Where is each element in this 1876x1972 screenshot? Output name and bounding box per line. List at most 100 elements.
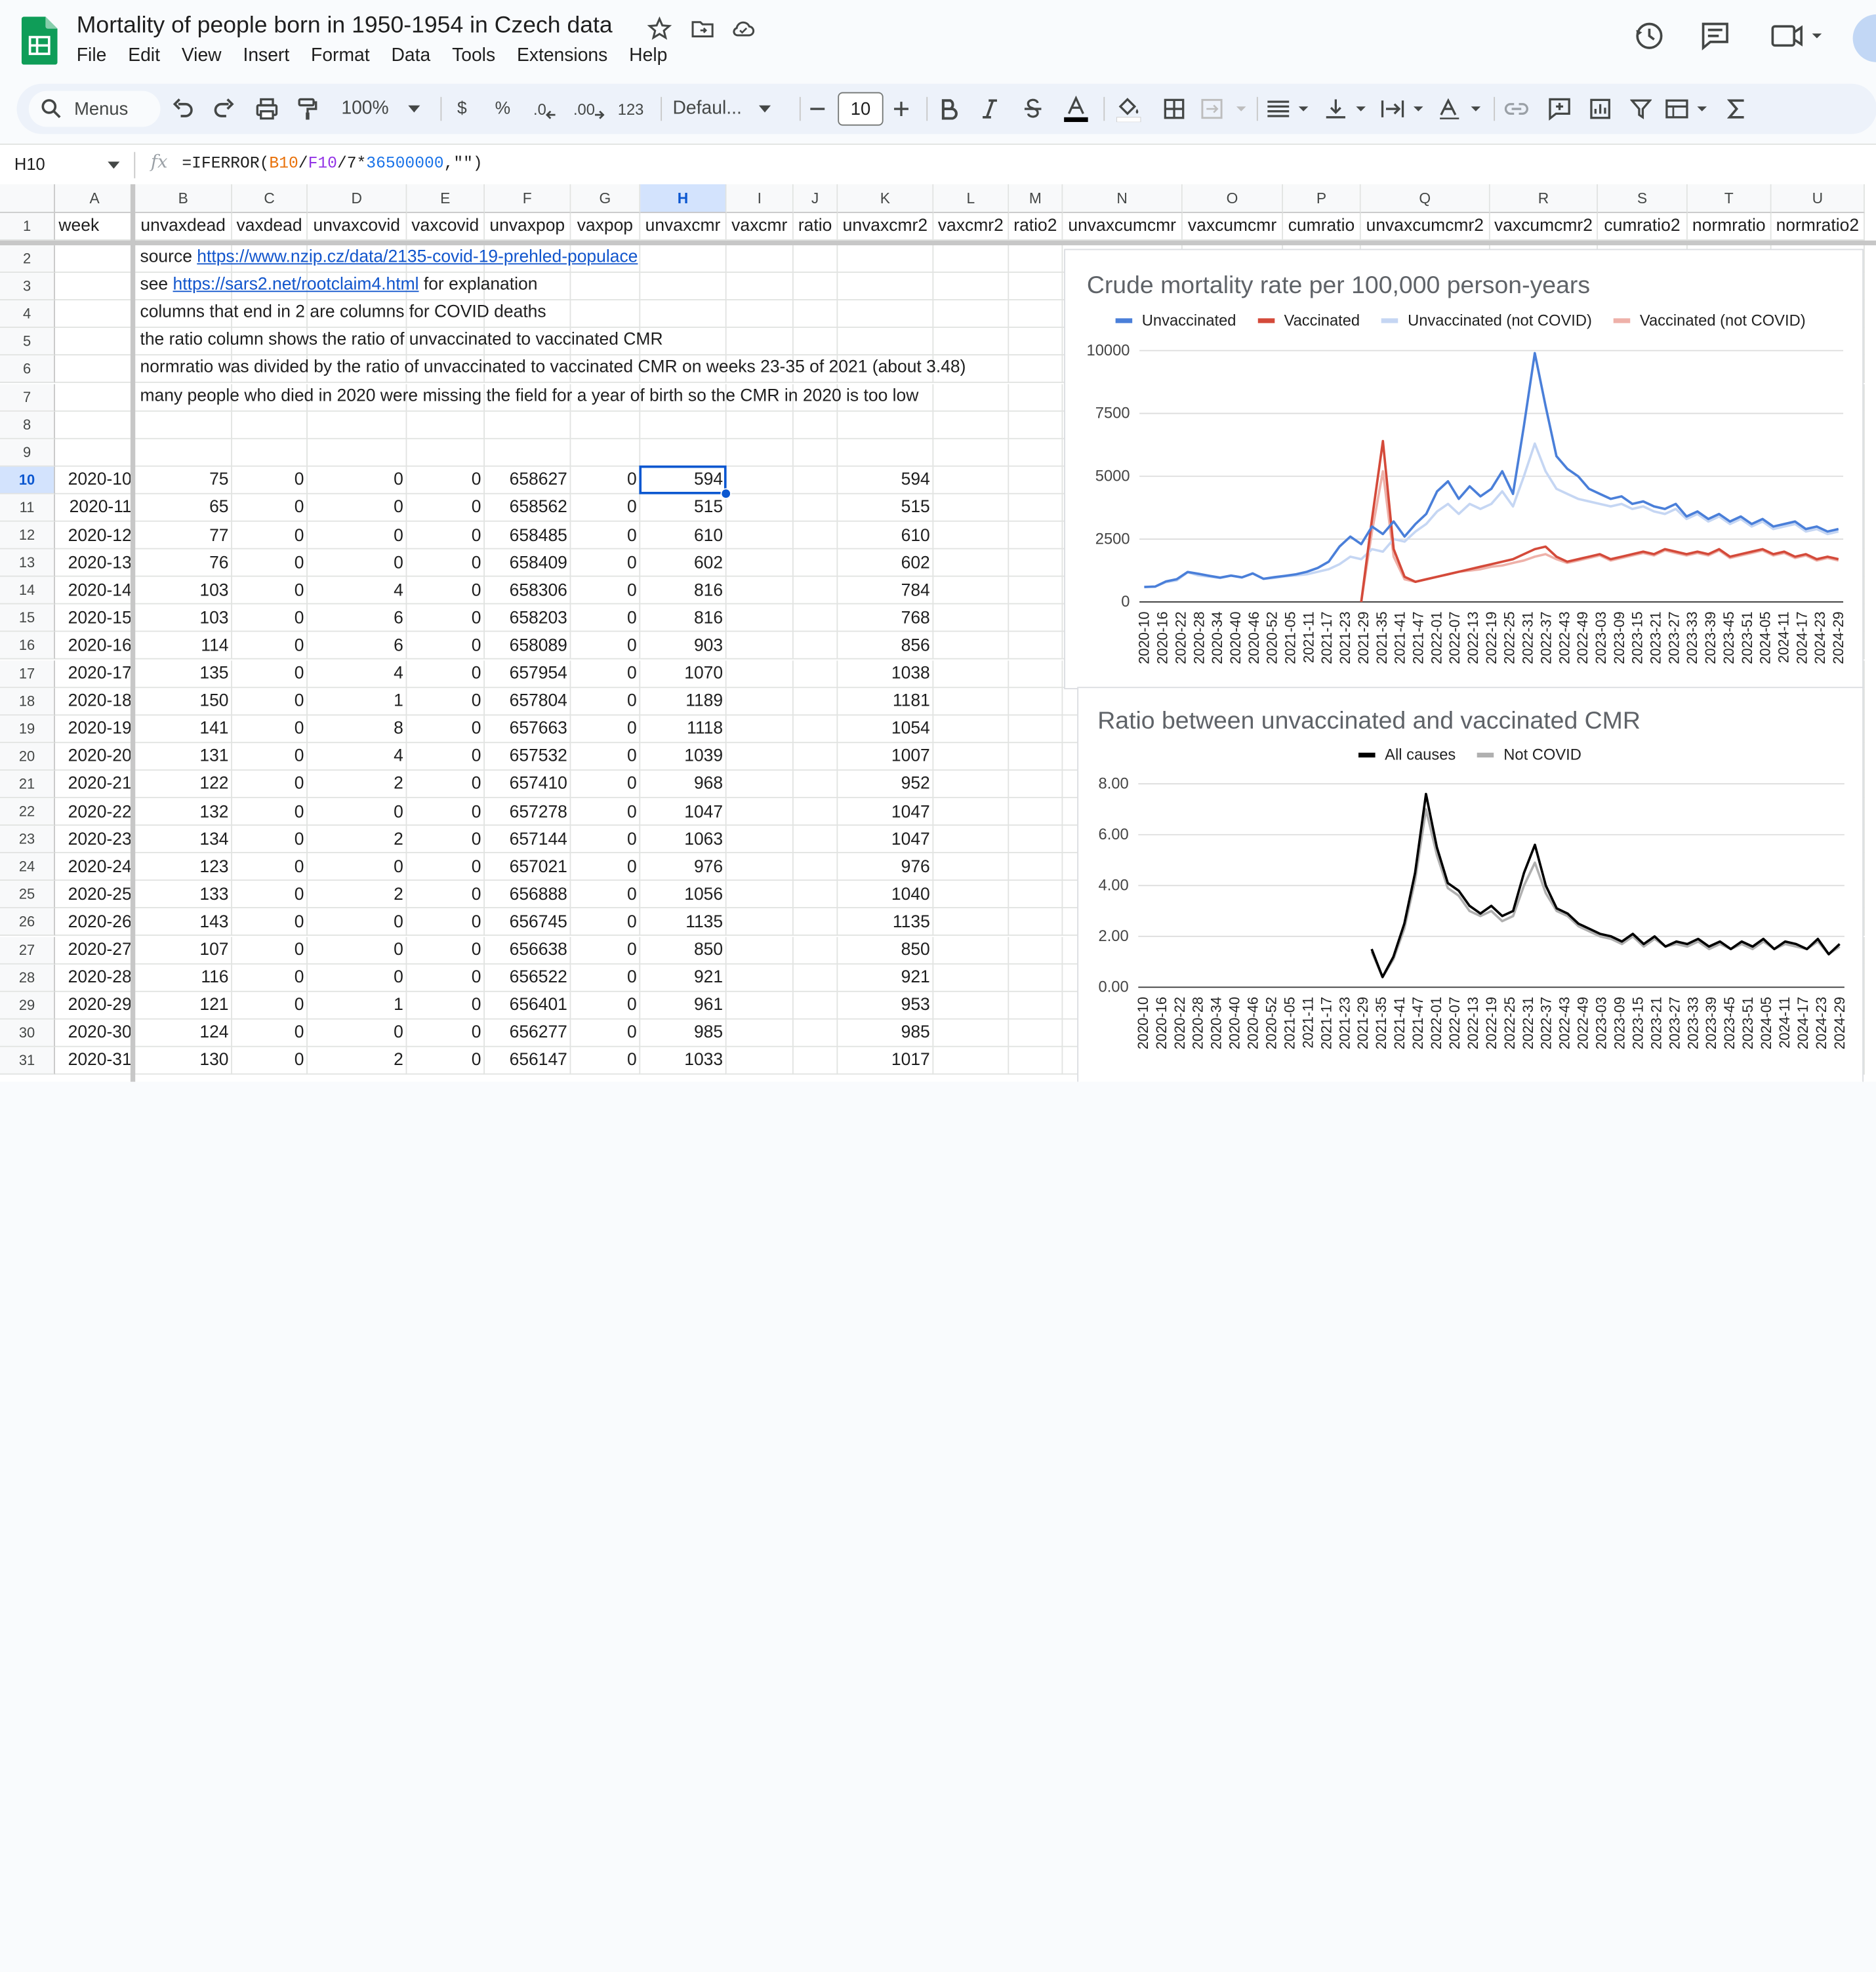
cell[interactable] [793,300,838,329]
cell[interactable] [640,300,727,329]
value-cell[interactable]: 0 [232,853,308,881]
week-cell[interactable]: 2020-20 [55,743,135,771]
cell[interactable] [640,245,727,273]
value-cell[interactable]: 0 [232,743,308,771]
cell[interactable] [1009,770,1063,799]
value-cell[interactable]: 0 [232,1019,308,1047]
menu-format[interactable]: Format [311,45,370,67]
value-cell[interactable]: 0 [232,826,308,853]
header-cell-vaxcmr[interactable]: vaxcmr [726,212,794,241]
value-cell[interactable]: 0 [407,798,485,826]
row-header-27[interactable]: 27 [0,936,55,964]
header-cell-vaxcovid[interactable]: vaxcovid [407,212,485,241]
value-cell[interactable]: 1056 [640,881,726,909]
cell[interactable] [54,355,136,384]
row-header-28[interactable]: 28 [0,963,55,992]
week-cell[interactable]: 2020-27 [55,936,135,964]
header-cell-unvaxcmr[interactable]: unvaxcmr [640,212,727,241]
cell[interactable] [307,411,407,439]
text-color-button[interactable] [1061,84,1091,134]
header-cell-vaxcumcmr2[interactable]: vaxcumcmr2 [1490,212,1598,241]
cell[interactable] [793,853,838,881]
cell[interactable] [933,605,1009,633]
cell[interactable] [793,660,838,688]
value-cell[interactable]: 657954 [485,660,571,687]
cell[interactable] [135,411,232,439]
column-header-r[interactable]: R [1490,184,1598,213]
cell[interactable] [726,466,794,494]
cell[interactable] [838,245,934,273]
header-cell-unvaxcmr2[interactable]: unvaxcmr2 [838,212,934,241]
cell[interactable] [793,992,838,1020]
value-cell[interactable]: 768 [838,605,933,632]
value-cell[interactable]: 2 [308,881,407,909]
legend-item[interactable]: Not COVID [1477,746,1581,763]
value-cell[interactable]: 1054 [838,715,933,743]
value-cell[interactable]: 1033 [640,1047,726,1074]
cell[interactable] [1009,411,1063,439]
value-cell[interactable]: 0 [407,1019,485,1047]
value-cell[interactable]: 1189 [640,687,726,715]
value-cell[interactable]: 656401 [485,992,571,1019]
value-cell[interactable]: 1040 [838,881,933,909]
value-cell[interactable]: 515 [838,494,933,521]
source-link[interactable]: https://www.nzip.cz/data/2135-covid-19-p… [197,248,638,267]
value-cell[interactable]: 107 [135,936,232,964]
text-wrapping-button[interactable] [1379,84,1429,134]
cell[interactable] [838,411,934,439]
row-header-17[interactable]: 17 [0,660,55,688]
value-cell[interactable]: 0 [232,798,308,826]
value-cell[interactable]: 0 [571,660,640,687]
value-cell[interactable]: 850 [838,936,933,964]
cell[interactable] [726,411,794,439]
value-cell[interactable]: 1070 [640,660,726,687]
bold-button[interactable] [933,84,964,134]
italic-button[interactable] [974,84,1005,134]
cell[interactable] [933,411,1009,439]
cell[interactable] [135,439,232,467]
row-header-16[interactable]: 16 [0,632,55,660]
cell[interactable] [793,715,838,743]
value-cell[interactable]: 1047 [838,798,933,826]
row-header-19[interactable]: 19 [0,715,55,743]
week-cell[interactable]: 2020-31 [55,1047,135,1074]
series-line-0[interactable] [1144,352,1839,588]
row-header-18[interactable]: 18 [0,687,55,715]
value-cell[interactable]: 0 [407,550,485,577]
cell[interactable] [1009,273,1063,301]
cell[interactable] [793,963,838,992]
cell[interactable] [1009,881,1063,909]
row-header-10[interactable]: 10 [0,466,55,494]
value-cell[interactable]: 1 [308,687,407,715]
column-header-h[interactable]: H [640,184,727,213]
menu-data[interactable]: Data [391,45,430,67]
series-line-3[interactable] [1360,470,1839,603]
week-cell[interactable]: 2020-23 [55,826,135,853]
cell[interactable] [54,439,136,467]
cell[interactable] [726,853,794,881]
week-cell[interactable]: 2020-16 [55,632,135,660]
header-cell-vaxpop[interactable]: vaxpop [571,212,641,241]
cell[interactable] [838,300,934,329]
value-cell[interactable]: 657663 [485,715,571,743]
cell[interactable] [933,300,1009,329]
value-cell[interactable]: 657532 [485,743,571,771]
cell[interactable] [54,245,136,273]
cell[interactable] [933,881,1009,909]
value-cell[interactable]: 6 [308,632,407,660]
cell[interactable] [793,936,838,964]
value-cell[interactable]: 1135 [640,909,726,936]
week-cell[interactable]: 2020-21 [55,771,135,798]
value-cell[interactable]: 2 [308,771,407,798]
row-header-22[interactable]: 22 [0,798,55,826]
chevron-down-icon[interactable] [108,161,120,169]
strikethrough-button[interactable] [1017,84,1048,134]
header-cell-unvaxdead[interactable]: unvaxdead [135,212,232,241]
column-header-u[interactable]: U [1771,184,1865,213]
row-header-13[interactable]: 13 [0,549,55,577]
header-cell-unvaxcumcmr2[interactable]: unvaxcumcmr2 [1360,212,1490,241]
value-cell[interactable]: 657144 [485,826,571,853]
cell[interactable] [1009,1047,1063,1075]
cell[interactable] [933,798,1009,826]
value-cell[interactable]: 0 [407,853,485,881]
